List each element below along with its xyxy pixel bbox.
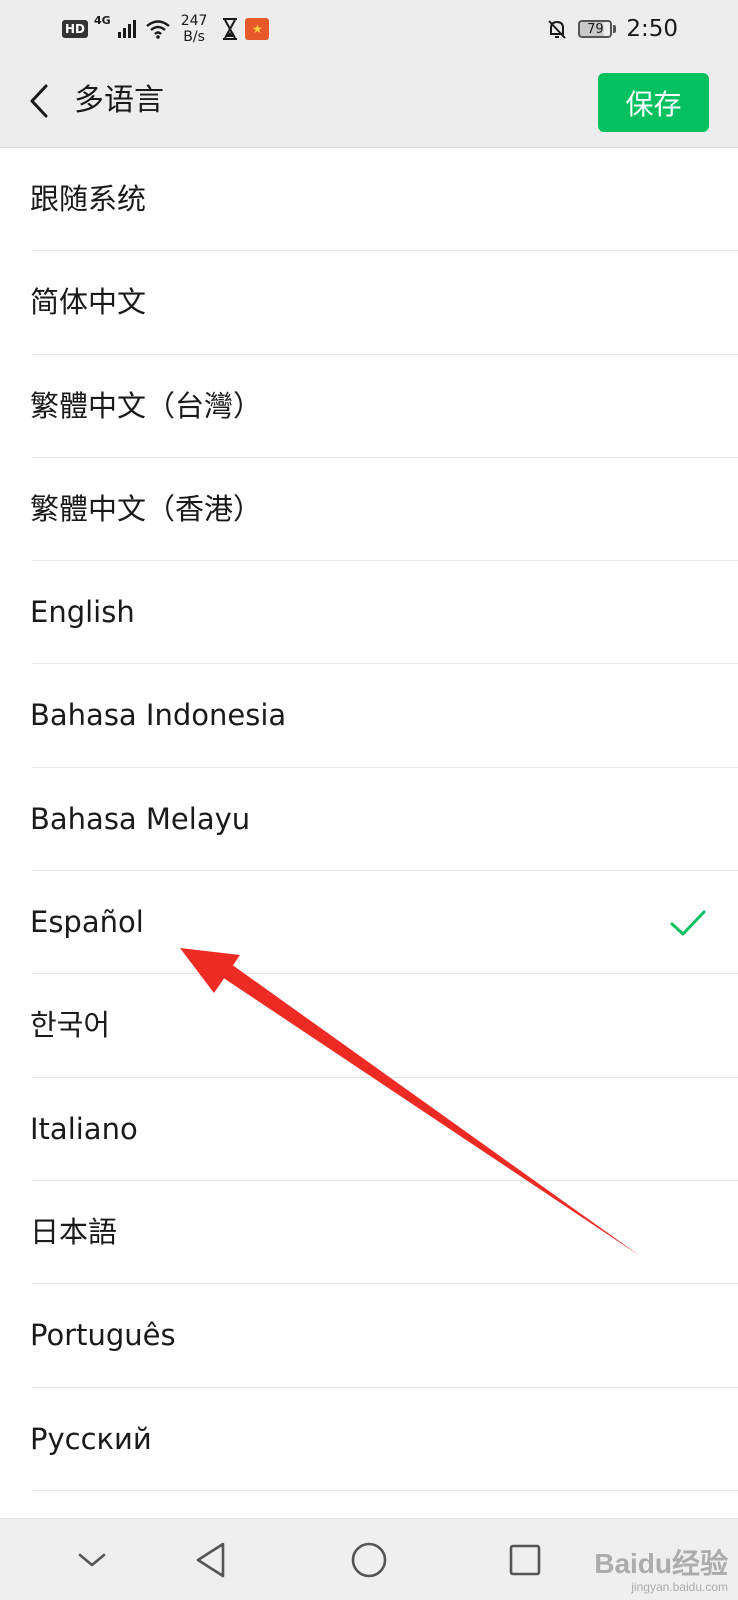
language-label: 繁體中文（香港） — [30, 491, 263, 526]
language-item-bahasa-melayu[interactable]: Bahasa Melayu — [0, 768, 738, 872]
save-button[interactable]: 保存 — [598, 73, 709, 132]
network-speed: 247 B/s — [181, 13, 208, 45]
status-right: 79 2:50 — [546, 12, 678, 46]
language-item-japanese[interactable]: 日本語 — [0, 1181, 738, 1285]
square-recents-icon — [509, 1544, 541, 1576]
system-nav-bar: Baidu经验 jingyan.baidu.com — [0, 1518, 738, 1600]
status-left: HD 4G 247 B/s ★ — [62, 12, 270, 46]
language-label: Español — [30, 905, 144, 940]
language-list: 跟随系统 简体中文 繁體中文（台灣） 繁體中文（香港） English Baha… — [0, 148, 738, 1492]
network-type: 4G — [94, 14, 111, 27]
language-label: English — [30, 595, 135, 630]
language-item-bahasa-indonesia[interactable]: Bahasa Indonesia — [0, 664, 738, 769]
wifi-icon — [145, 20, 170, 39]
signal-icon — [117, 20, 136, 38]
checkmark-icon — [670, 910, 706, 936]
language-label: Bahasa Melayu — [30, 801, 251, 836]
hd-badge: HD — [62, 20, 89, 38]
watermark-main: Baidu经验 — [594, 1548, 728, 1579]
language-label: 한국어 — [30, 1008, 111, 1043]
language-item-simplified-chinese[interactable]: 简体中文 — [0, 251, 738, 355]
watermark-sub: jingyan.baidu.com — [631, 1580, 728, 1594]
nav-back-button[interactable] — [184, 1533, 238, 1587]
nav-home-button[interactable] — [342, 1533, 396, 1587]
baidu-watermark: Baidu经验 jingyan.baidu.com — [594, 1548, 728, 1594]
language-item-portugues[interactable]: Português — [0, 1284, 738, 1388]
language-label: 跟随系统 — [30, 182, 147, 216]
language-label: Bahasa Indonesia — [30, 698, 287, 733]
chevron-left-icon — [30, 84, 48, 118]
nav-hide-button[interactable] — [65, 1533, 119, 1587]
battery-cap — [613, 25, 617, 33]
language-label: 简体中文 — [30, 285, 147, 320]
hourglass-icon — [223, 18, 238, 40]
language-item-italiano[interactable]: Italiano — [0, 1078, 738, 1182]
status-bar: HD 4G 247 B/s ★ 79 2:50 — [0, 0, 738, 56]
nav-recents-button[interactable] — [498, 1533, 552, 1587]
language-label: 繁體中文（台灣） — [30, 388, 263, 423]
language-item-korean[interactable]: 한국어 — [0, 974, 738, 1078]
speed-value: 247 — [180, 13, 208, 29]
language-item-espanol[interactable]: Español — [0, 871, 738, 975]
nav-header: 多语言 保存 — [0, 56, 738, 148]
battery-indicator: 79 — [578, 20, 617, 38]
language-label: Italiano — [30, 1111, 138, 1146]
battery-level: 79 — [578, 20, 613, 38]
language-label: 日本語 — [30, 1214, 118, 1249]
page-title: 多语言 — [74, 83, 164, 118]
language-item-follow-system[interactable]: 跟随系统 — [0, 148, 738, 252]
bell-muted-icon — [548, 20, 567, 39]
clock: 2:50 — [626, 16, 678, 42]
language-item-traditional-chinese-taiwan[interactable]: 繁體中文（台灣） — [0, 355, 738, 459]
triangle-back-icon — [196, 1542, 225, 1578]
back-button[interactable] — [14, 76, 64, 126]
app-notification-icon: ★ — [245, 18, 270, 40]
chevron-down-icon — [78, 1553, 106, 1567]
language-item-english[interactable]: English — [0, 561, 738, 665]
language-item-russian[interactable]: Русский — [0, 1388, 738, 1492]
language-label: Português — [30, 1318, 176, 1353]
speed-unit: B/s — [183, 29, 205, 45]
language-label: Русский — [30, 1421, 152, 1456]
circle-home-icon — [351, 1542, 387, 1578]
language-item-traditional-chinese-hongkong[interactable]: 繁體中文（香港） — [0, 458, 738, 562]
